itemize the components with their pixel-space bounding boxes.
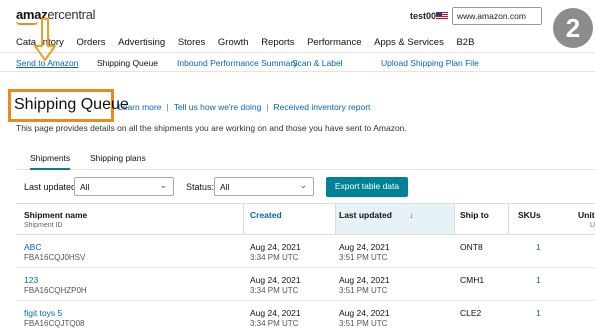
col-ship-to[interactable]: Ship to bbox=[460, 210, 489, 220]
updated-time: 3:51 PM UTC bbox=[339, 253, 388, 262]
tab-bar: Shipments Shipping plans bbox=[16, 150, 595, 170]
shipment-id: FBA16CQJ0HSV bbox=[24, 253, 86, 262]
nav-item-stores[interactable]: Stores bbox=[178, 37, 205, 48]
subnav-scan-label[interactable]: Scan & Label bbox=[292, 58, 343, 68]
created-time: 3:34 PM UTC bbox=[250, 319, 299, 328]
created-date: Aug 24, 2021 bbox=[250, 275, 301, 285]
main-nav: Cata ntory Orders Advertising Stores Gro… bbox=[16, 37, 484, 51]
chevron-down-icon: ⌄ bbox=[159, 180, 167, 190]
table-row: figit toys 5 FBA16CQJTQ08 Aug 24, 2021 3… bbox=[16, 302, 595, 332]
updated-date: Aug 24, 2021 bbox=[339, 242, 390, 252]
status-label: Status: bbox=[186, 182, 215, 192]
learn-more-link[interactable]: Learn more bbox=[118, 102, 161, 112]
nav-item-apps-services[interactable]: Apps & Services bbox=[374, 37, 444, 48]
column-divider bbox=[243, 204, 244, 234]
col-last-updated[interactable]: Last updated bbox=[339, 210, 392, 220]
col-skus[interactable]: SKUs bbox=[518, 210, 541, 220]
feedback-link[interactable]: Tell us how we're doing bbox=[174, 102, 262, 112]
skus-count-link[interactable]: 1 bbox=[536, 308, 541, 318]
nav-item-b2b[interactable]: B2B bbox=[456, 37, 474, 48]
created-time: 3:34 PM UTC bbox=[250, 253, 299, 262]
last-updated-value: All bbox=[80, 182, 90, 192]
created-date: Aug 24, 2021 bbox=[250, 308, 301, 318]
sub-nav: Send to Amazon Shipping Queue Inbound Pe… bbox=[0, 52, 595, 72]
page-title: Shipping Queue bbox=[14, 96, 129, 113]
subnav-inbound-performance[interactable]: Inbound Performance Summary bbox=[177, 58, 297, 68]
table-row: ABC FBA16CQJ0HSV Aug 24, 2021 3:34 PM UT… bbox=[16, 236, 595, 268]
skus-count-link[interactable]: 1 bbox=[536, 275, 541, 285]
shipment-id: FBA16CQJTQ08 bbox=[24, 319, 85, 328]
column-divider bbox=[454, 204, 455, 234]
created-date: Aug 24, 2021 bbox=[250, 242, 301, 252]
updated-time: 3:51 PM UTC bbox=[339, 319, 388, 328]
subnav-shipping-queue[interactable]: Shipping Queue bbox=[97, 58, 158, 68]
us-flag-icon bbox=[436, 12, 448, 20]
last-updated-label: Last updated: bbox=[24, 182, 79, 192]
nav-item-orders[interactable]: Orders bbox=[76, 37, 105, 48]
ship-to: CMH1 bbox=[460, 275, 485, 285]
status-select[interactable]: All ⌄ bbox=[214, 177, 314, 196]
status-value: All bbox=[220, 182, 230, 192]
shipment-name-link[interactable]: figit toys 5 bbox=[24, 308, 62, 318]
shipment-name-link[interactable]: 123 bbox=[24, 275, 38, 285]
shipment-name-link[interactable]: ABC bbox=[24, 242, 41, 252]
shipment-id: FBA16CQHZP0H bbox=[24, 286, 87, 295]
updated-time: 3:51 PM UTC bbox=[339, 286, 388, 295]
marketplace-selector[interactable]: www.amazon.com bbox=[452, 7, 542, 25]
col-shipment-name[interactable]: Shipment name bbox=[24, 210, 87, 220]
title-links: Learn more | Tell us how we're doing | Recei… bbox=[118, 102, 371, 112]
nav-item-advertising[interactable]: Advertising bbox=[118, 37, 165, 48]
tab-shipments[interactable]: Shipments bbox=[30, 153, 71, 170]
nav-item-performance[interactable]: Performance bbox=[307, 37, 361, 48]
nav-item-growth[interactable]: Growth bbox=[218, 37, 249, 48]
col-shipment-id: Shipment ID bbox=[24, 222, 63, 229]
table-row: 123 FBA16CQHZP0H Aug 24, 2021 3:34 PM UT… bbox=[16, 269, 595, 301]
column-divider bbox=[335, 204, 336, 234]
last-updated-select[interactable]: All ⌄ bbox=[74, 177, 174, 196]
subnav-upload-shipping-plan[interactable]: Upload Shipping Plan File bbox=[381, 58, 479, 68]
ship-to: CLE2 bbox=[460, 308, 482, 318]
step-number-badge: 2 bbox=[553, 8, 593, 48]
export-table-button[interactable]: Export table data bbox=[326, 177, 408, 197]
column-divider bbox=[508, 204, 509, 234]
table-header: Shipment name Shipment ID Created Last u… bbox=[16, 203, 595, 235]
sort-down-icon[interactable]: ↓ bbox=[409, 210, 413, 220]
tab-shipping-plans[interactable]: Shipping plans bbox=[90, 153, 146, 163]
ship-to: ONT8 bbox=[460, 242, 483, 252]
chevron-down-icon: ⌄ bbox=[299, 180, 307, 190]
skus-count-link[interactable]: 1 bbox=[536, 242, 541, 252]
updated-date: Aug 24, 2021 bbox=[339, 275, 390, 285]
updated-date: Aug 24, 2021 bbox=[339, 308, 390, 318]
received-inventory-report-link[interactable]: Received inventory report bbox=[274, 102, 371, 112]
nav-item-reports[interactable]: Reports bbox=[261, 37, 294, 48]
col-units[interactable]: Unit bbox=[578, 210, 595, 220]
created-time: 3:34 PM UTC bbox=[250, 286, 299, 295]
down-arrow-icon bbox=[34, 18, 56, 61]
page-description: This page provides details on all the sh… bbox=[16, 123, 407, 133]
col-units-sub: U bbox=[590, 222, 595, 229]
col-created[interactable]: Created bbox=[250, 210, 282, 220]
top-bar: amazercentral test008 www.amazon.com bbox=[0, 0, 595, 30]
